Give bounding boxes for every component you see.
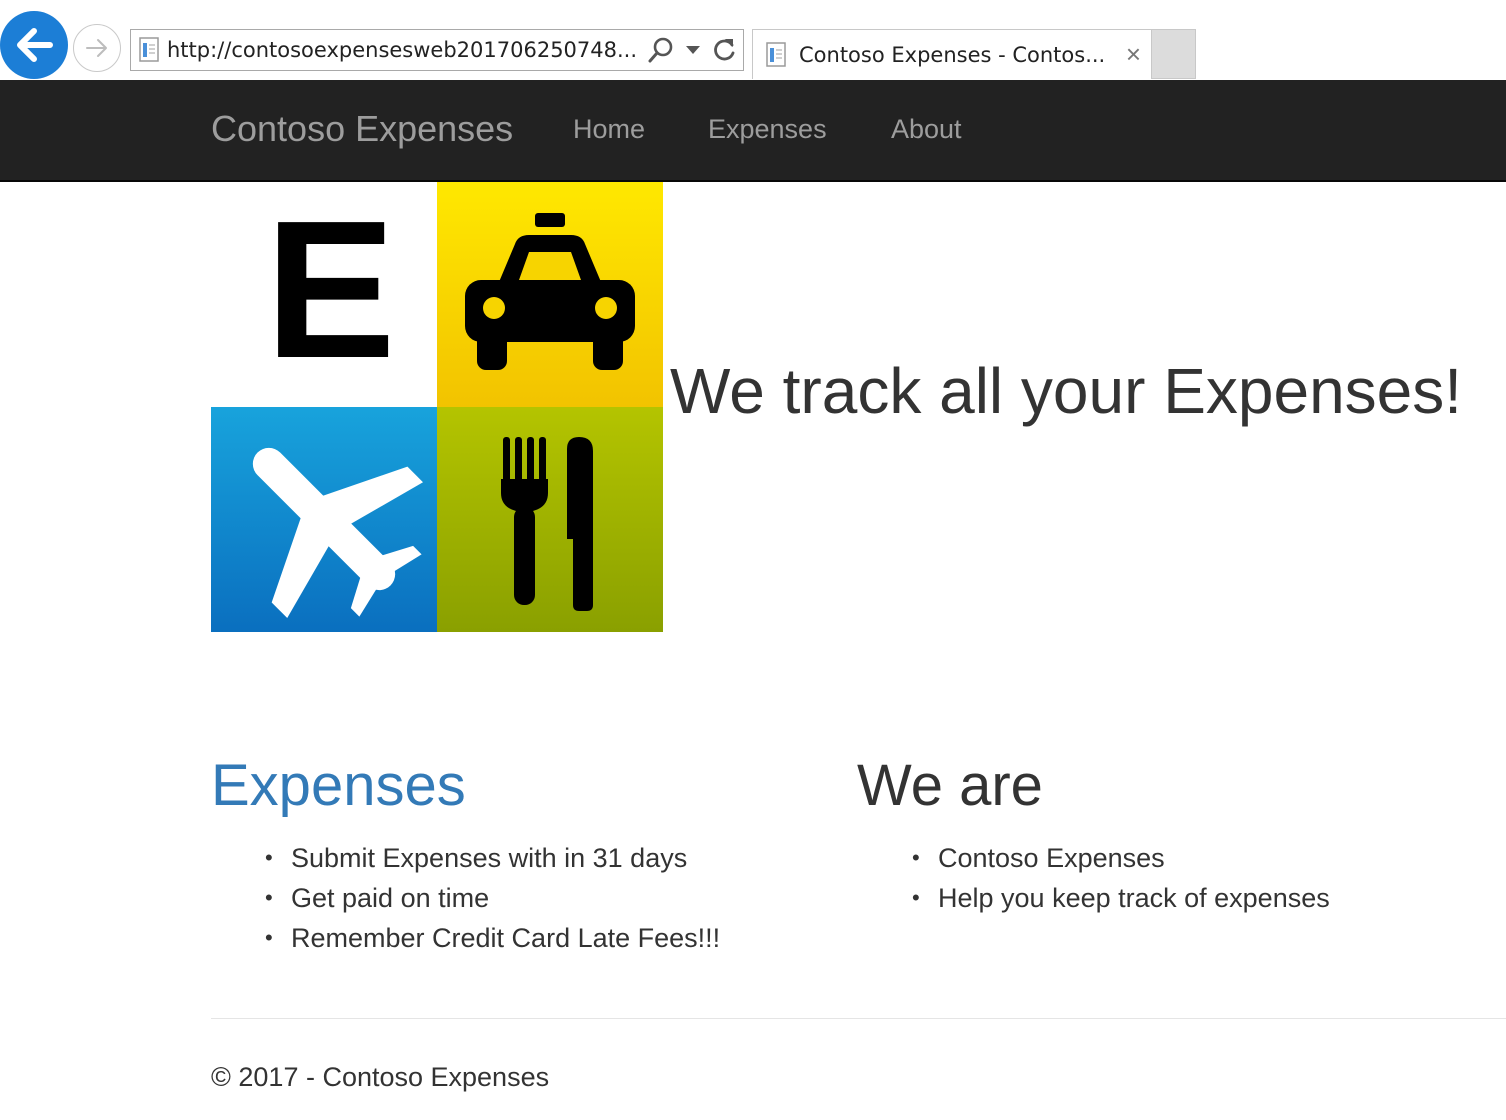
taxi-icon xyxy=(465,213,635,370)
tile-taxi xyxy=(437,182,663,407)
hero-headline: We track all your Expenses! xyxy=(670,355,1463,427)
we-are-list: Contoso Expenses Help you keep track of … xyxy=(912,838,1330,918)
we-are-heading: We are xyxy=(857,753,1043,818)
list-item: Submit Expenses with in 31 days xyxy=(265,838,720,878)
dropdown-icon[interactable] xyxy=(685,44,701,56)
nav-link-home[interactable]: Home xyxy=(573,114,645,145)
site-navbar: Contoso Expenses Home Expenses About xyxy=(0,80,1506,182)
browser-chrome: http://contosoexpensesweb201706250748...… xyxy=(0,0,1506,80)
nav-link-about[interactable]: About xyxy=(891,114,962,145)
footer-copyright: © 2017 - Contoso Expenses xyxy=(211,1062,550,1092)
new-tab-button[interactable] xyxy=(1152,29,1196,79)
tab-title: Contoso Expenses - Contos... xyxy=(799,42,1106,67)
forward-button[interactable] xyxy=(73,24,121,72)
refresh-icon[interactable] xyxy=(711,36,737,64)
address-url[interactable]: http://contosoexpensesweb201706250748... xyxy=(167,38,637,62)
airplane-icon xyxy=(252,447,423,618)
back-button[interactable] xyxy=(0,11,68,79)
letter-e-icon: E xyxy=(265,182,396,399)
page-icon xyxy=(139,37,159,62)
list-item: Remember Credit Card Late Fees!!! xyxy=(265,918,720,958)
tab-close-icon[interactable]: × xyxy=(1126,40,1141,68)
list-item: Help you keep track of expenses xyxy=(912,878,1330,918)
arrow-right-icon xyxy=(86,39,107,57)
navbar-brand[interactable]: Contoso Expenses xyxy=(211,108,513,150)
tile-airplane xyxy=(211,407,437,632)
arrow-left-icon xyxy=(17,28,53,62)
tile-fork-knife xyxy=(437,407,663,632)
list-item: Get paid on time xyxy=(265,878,720,918)
nav-link-expenses[interactable]: Expenses xyxy=(708,114,827,145)
list-item: Contoso Expenses xyxy=(912,838,1330,878)
expenses-list: Submit Expenses with in 31 days Get paid… xyxy=(265,838,720,958)
hero-image: E xyxy=(211,182,663,632)
expenses-heading: Expenses xyxy=(211,753,466,818)
footer-divider xyxy=(211,1018,1506,1019)
fork-knife-icon xyxy=(501,437,593,611)
browser-tab[interactable]: Contoso Expenses - Contos... × xyxy=(752,29,1152,79)
search-icon[interactable] xyxy=(647,36,675,64)
tile-letter-e: E xyxy=(211,182,437,407)
tab-page-icon xyxy=(766,41,786,67)
address-bar[interactable]: http://contosoexpensesweb201706250748... xyxy=(130,29,744,71)
